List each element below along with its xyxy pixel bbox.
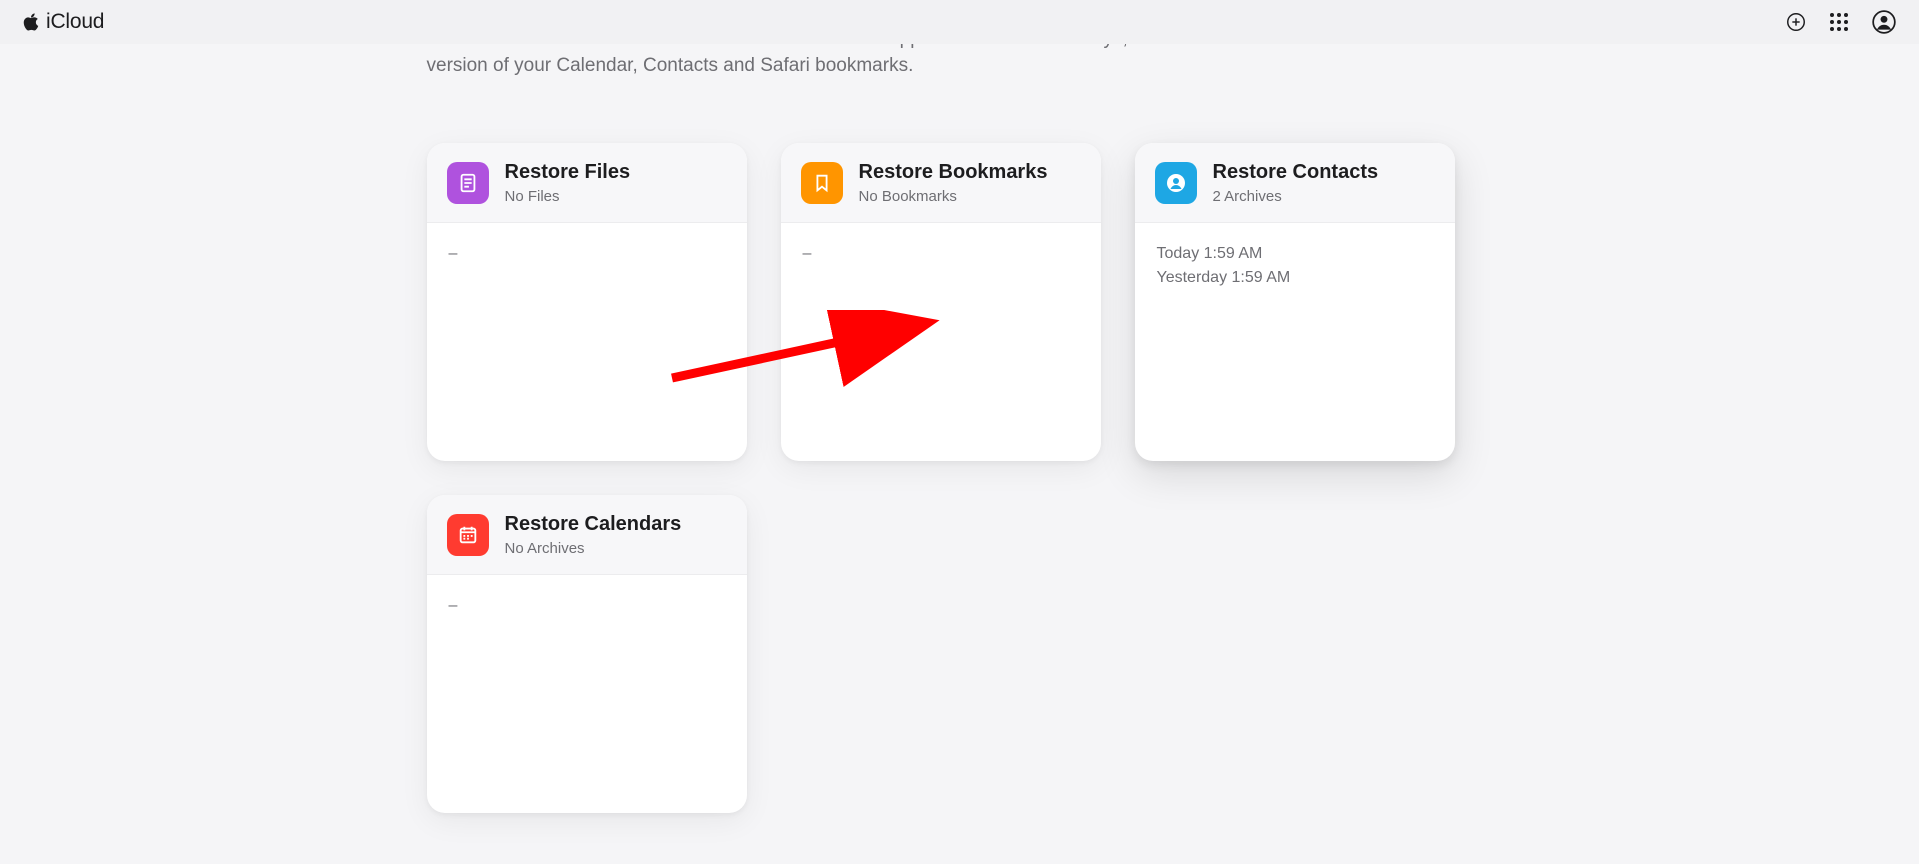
header-right (1785, 9, 1897, 35)
card-body: – (427, 575, 747, 643)
archive-entry[interactable]: Today 1:59 AM (1157, 245, 1433, 263)
calendar-icon (447, 514, 489, 556)
card-subtitle: No Archives (505, 539, 682, 559)
card-body: – (781, 223, 1101, 291)
card-header: Restore Files No Files (427, 143, 747, 223)
card-title: Restore Bookmarks (859, 159, 1048, 185)
card-header: Restore Contacts 2 Archives (1135, 143, 1455, 223)
card-subtitle: No Files (505, 187, 631, 207)
card-subtitle: No Bookmarks (859, 187, 1048, 207)
content-wrapper: Recover files deleted from both iCloud D… (180, 44, 1740, 813)
card-empty-placeholder: – (449, 597, 725, 615)
restore-cards-grid: Restore Files No Files – (427, 143, 1487, 813)
card-restore-bookmarks[interactable]: Restore Bookmarks No Bookmarks – (781, 143, 1101, 461)
section-description: Recover files deleted from both iCloud D… (427, 44, 1327, 79)
card-restore-contacts[interactable]: Restore Contacts 2 Archives Today 1:59 A… (1135, 143, 1455, 461)
contacts-icon (1155, 162, 1197, 204)
bookmark-icon (801, 162, 843, 204)
header-title[interactable]: iCloud (46, 10, 104, 34)
file-icon (447, 162, 489, 204)
header-bar: iCloud (0, 0, 1919, 44)
app-launcher-icon[interactable] (1829, 12, 1849, 32)
card-titles: Restore Calendars No Archives (505, 511, 682, 559)
card-subtitle: 2 Archives (1213, 187, 1379, 207)
card-empty-placeholder: – (803, 245, 1079, 263)
card-header: Restore Calendars No Archives (427, 495, 747, 575)
card-title: Restore Calendars (505, 511, 682, 537)
card-titles: Restore Contacts 2 Archives (1213, 159, 1379, 207)
quick-access-add-icon[interactable] (1785, 11, 1807, 33)
card-header: Restore Bookmarks No Bookmarks (781, 143, 1101, 223)
apple-logo-icon[interactable] (22, 12, 40, 32)
header-left: iCloud (22, 10, 104, 34)
account-icon[interactable] (1871, 9, 1897, 35)
card-body: Today 1:59 AM Yesterday 1:59 AM (1135, 223, 1455, 315)
card-restore-calendars[interactable]: Restore Calendars No Archives – (427, 495, 747, 813)
card-titles: Restore Files No Files (505, 159, 631, 207)
card-restore-files[interactable]: Restore Files No Files – (427, 143, 747, 461)
card-title: Restore Contacts (1213, 159, 1379, 185)
main-panel: Recover files deleted from both iCloud D… (0, 44, 1919, 864)
archive-entry[interactable]: Yesterday 1:59 AM (1157, 269, 1433, 287)
card-title: Restore Files (505, 159, 631, 185)
card-empty-placeholder: – (449, 245, 725, 263)
card-body: – (427, 223, 747, 291)
card-titles: Restore Bookmarks No Bookmarks (859, 159, 1048, 207)
